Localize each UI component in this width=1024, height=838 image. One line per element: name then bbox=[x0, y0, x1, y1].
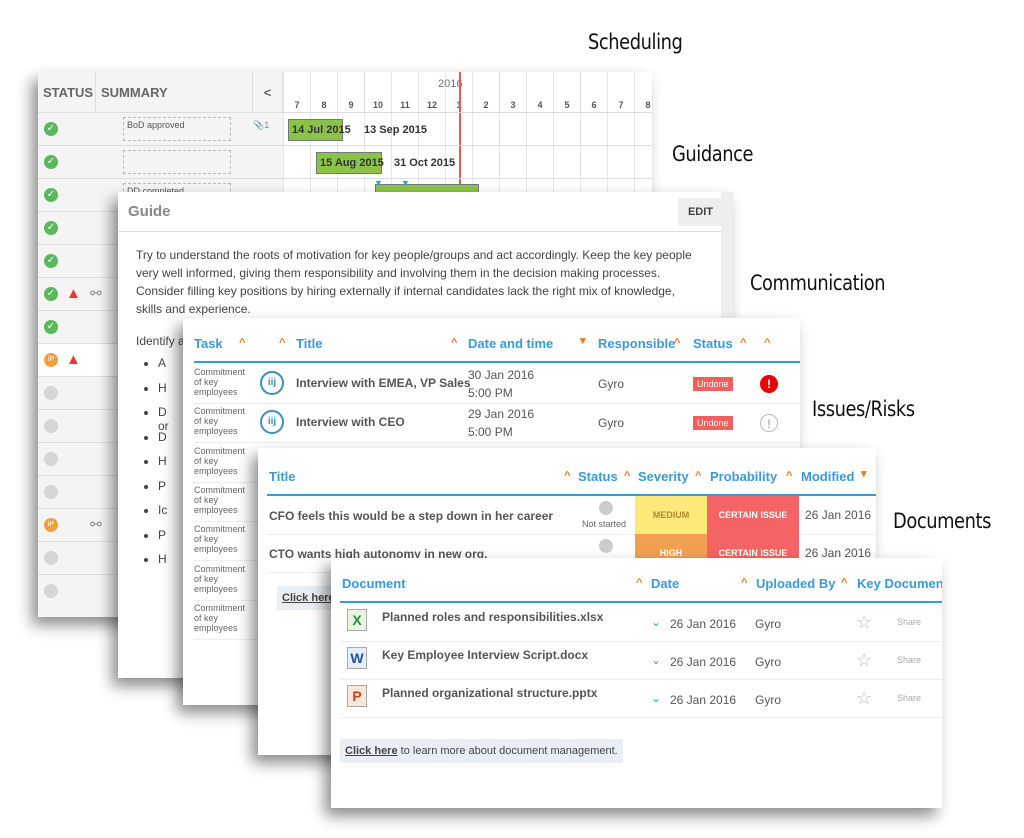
status-badge: Undone bbox=[693, 377, 733, 391]
uploaded-by-header[interactable]: Uploaded By bbox=[756, 576, 835, 591]
modified-date: 26 Jan 2016 bbox=[805, 508, 872, 522]
alert-icon[interactable]: ! bbox=[760, 414, 778, 433]
severity-header[interactable]: Severity bbox=[638, 469, 689, 484]
file-type-icon: W bbox=[347, 647, 367, 669]
star-icon[interactable]: ☆ bbox=[856, 650, 872, 671]
status-circle-icon[interactable] bbox=[599, 539, 613, 553]
probability-cell: CERTAIN ISSUE bbox=[707, 496, 799, 534]
schedule-row[interactable]: ✓ BoD approved 📎1 bbox=[38, 112, 652, 145]
link-icon[interactable]: ⚯ bbox=[90, 516, 102, 533]
interview-icon: iĳ bbox=[260, 371, 284, 395]
in-progress-icon: iP bbox=[44, 353, 58, 367]
warning-icon: ▲ bbox=[66, 285, 81, 302]
uploaded-by: Gyro bbox=[755, 655, 782, 669]
status-header[interactable]: STATUS bbox=[38, 72, 96, 112]
not-started-icon bbox=[44, 419, 58, 433]
star-icon[interactable]: ☆ bbox=[856, 612, 872, 633]
chevron-down-icon[interactable]: ⌄ bbox=[651, 653, 661, 667]
star-icon[interactable]: ☆ bbox=[856, 688, 872, 709]
status-header[interactable]: Status bbox=[578, 469, 618, 484]
guide-title: Guide bbox=[128, 203, 171, 220]
responsible: Gyro bbox=[598, 377, 625, 391]
chevron-down-icon[interactable]: ⌄ bbox=[651, 691, 661, 705]
doc-management-link[interactable]: Click here to learn more about document … bbox=[340, 739, 623, 763]
modified-header[interactable]: Modified bbox=[801, 469, 854, 484]
task-label: Commitment of key employees bbox=[194, 367, 246, 397]
file-type-icon: P bbox=[347, 685, 367, 707]
task-label: Commitment of key employees bbox=[194, 524, 246, 555]
document-date: 26 Jan 2016 bbox=[670, 617, 737, 631]
check-icon: ✓ bbox=[44, 188, 58, 202]
check-icon: ✓ bbox=[44, 320, 58, 334]
responsible-header[interactable]: Responsible bbox=[598, 336, 675, 351]
not-started-icon bbox=[44, 386, 58, 400]
not-started-icon bbox=[44, 452, 58, 466]
document-date: 26 Jan 2016 bbox=[670, 693, 737, 707]
collapse-button[interactable]: < bbox=[253, 72, 283, 112]
check-icon: ✓ bbox=[44, 122, 58, 136]
task-label: Commitment of key employees bbox=[194, 563, 246, 594]
document-name[interactable]: Planned organizational structure.pptx bbox=[382, 686, 597, 700]
chevron-down-icon[interactable]: ⌄ bbox=[651, 615, 661, 629]
not-started-icon bbox=[44, 584, 58, 598]
status-header[interactable]: Status bbox=[693, 336, 733, 351]
issue-title[interactable]: CFO feels this would be a step down in h… bbox=[269, 509, 553, 523]
comm-datetime: 30 Jan 2016 5:00 PM bbox=[468, 368, 535, 400]
key-document-header[interactable]: Key Document bbox=[857, 576, 942, 591]
comm-title[interactable]: Interview with CEO bbox=[296, 415, 405, 429]
documents-panel: Document ^ Date ^ Uploaded By ^ Key Documen… bbox=[331, 558, 942, 808]
issue-status: Not started bbox=[582, 519, 627, 529]
share-button[interactable]: Share bbox=[897, 617, 921, 627]
task-label: Commitment of key employees bbox=[194, 406, 246, 437]
document-date: 26 Jan 2016 bbox=[670, 655, 737, 669]
comm-datetime: 29 Jan 2016 5:00 PM bbox=[468, 407, 535, 440]
task-label: Commitment of key employees bbox=[194, 484, 246, 515]
schedule-row[interactable]: ✓ bbox=[38, 145, 652, 178]
date-header[interactable]: Date and time bbox=[468, 336, 553, 351]
status-badge: Undone bbox=[693, 416, 733, 431]
check-icon: ✓ bbox=[44, 287, 58, 301]
title-header[interactable]: Title bbox=[296, 336, 323, 351]
document-name[interactable]: Planned roles and responsibilities.xlsx bbox=[382, 610, 603, 624]
check-icon: ✓ bbox=[44, 254, 58, 268]
responsible: Gyro bbox=[598, 416, 625, 431]
document-header[interactable]: Document bbox=[342, 576, 406, 591]
edit-button[interactable]: EDIT bbox=[677, 197, 723, 226]
file-type-icon: X bbox=[347, 609, 367, 631]
check-icon: ✓ bbox=[44, 155, 58, 169]
label-issues: Issues/Risks bbox=[812, 397, 915, 421]
label-scheduling: Scheduling bbox=[588, 30, 683, 54]
label-guidance: Guidance bbox=[672, 142, 754, 166]
comm-title[interactable]: Interview with EMEA, VP Sales bbox=[296, 376, 471, 390]
title-header[interactable]: Title bbox=[269, 469, 296, 484]
summary-field[interactable]: BoD approved bbox=[123, 117, 231, 141]
guide-text: Try to understand the roots of motivatio… bbox=[136, 248, 692, 316]
check-icon: ✓ bbox=[44, 221, 58, 235]
severity-cell: MEDIUM bbox=[635, 496, 707, 534]
uploaded-by: Gyro bbox=[755, 693, 782, 707]
label-communication: Communication bbox=[750, 271, 886, 295]
not-started-icon bbox=[44, 551, 58, 565]
warning-icon: ▲ bbox=[66, 351, 81, 368]
link-icon[interactable]: ⚯ bbox=[90, 285, 102, 302]
attachment-icon[interactable]: 📎1 bbox=[253, 120, 269, 131]
date-header[interactable]: Date bbox=[651, 576, 679, 591]
probability-header[interactable]: Probability bbox=[710, 469, 777, 484]
in-progress-icon: iP bbox=[44, 518, 58, 532]
summary-header[interactable]: SUMMARY bbox=[96, 72, 253, 112]
share-button[interactable]: Share bbox=[897, 693, 921, 703]
summary-field[interactable] bbox=[123, 150, 231, 174]
alert-icon[interactable]: ! bbox=[760, 375, 778, 393]
task-header[interactable]: Task bbox=[194, 336, 223, 351]
interview-icon: iĳ bbox=[260, 410, 284, 435]
document-name[interactable]: Key Employee Interview Script.docx bbox=[382, 648, 588, 662]
share-button[interactable]: Share bbox=[897, 655, 921, 665]
task-label: Commitment of key employees bbox=[194, 445, 246, 476]
uploaded-by: Gyro bbox=[755, 617, 782, 631]
not-started-icon bbox=[44, 485, 58, 499]
label-documents: Documents bbox=[893, 509, 991, 533]
task-label: Commitment of key employees bbox=[194, 602, 246, 633]
status-circle-icon[interactable] bbox=[599, 501, 613, 515]
